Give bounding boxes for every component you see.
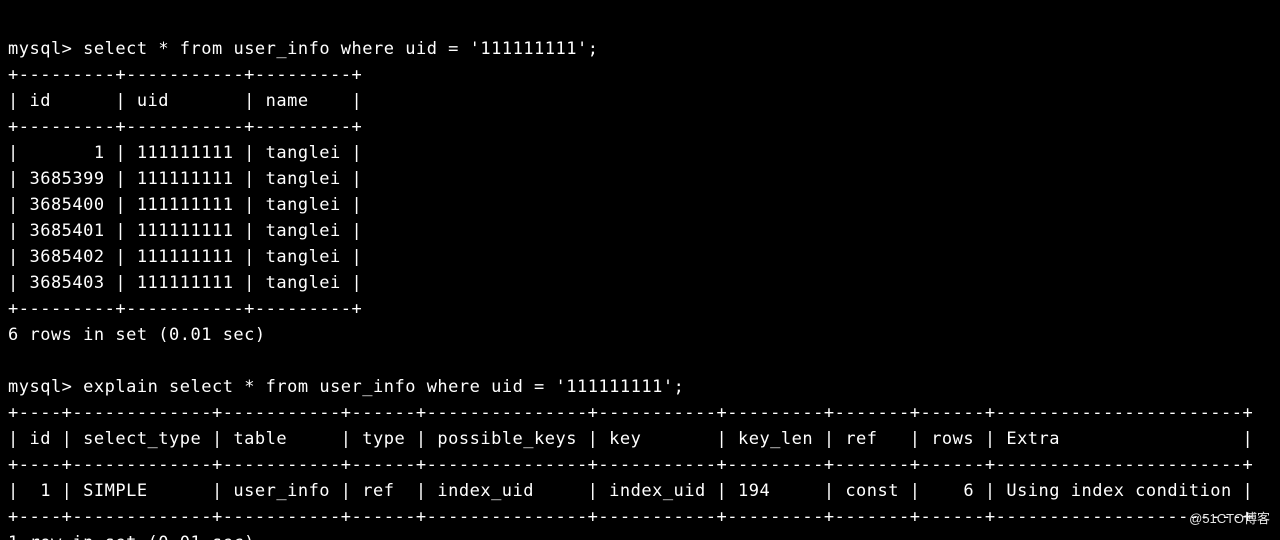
table1-header: | id | uid | name | [8, 91, 362, 111]
table1-row: | 3685403 | 111111111 | tanglei | [8, 273, 362, 293]
table1-row: | 3685402 | 111111111 | tanglei | [8, 247, 362, 267]
terminal-output: mysql> select * from user_info where uid… [0, 0, 1280, 540]
table1-border-bottom: +---------+-----------+---------+ [8, 299, 362, 319]
table2-header: | id | select_type | table | type | poss… [8, 429, 1253, 449]
mysql-prompt: mysql> [8, 377, 72, 397]
mysql-prompt: mysql> [8, 39, 72, 59]
table2-border-mid: +----+-------------+-----------+------+-… [8, 455, 1253, 475]
table2-border-top: +----+-------------+-----------+------+-… [8, 403, 1253, 423]
table1-border-mid: +---------+-----------+---------+ [8, 117, 362, 137]
watermark-label: @51CTO博客 [1189, 506, 1270, 532]
sql-query-1: select * from user_info where uid = '111… [83, 39, 598, 59]
table1-border-top: +---------+-----------+---------+ [8, 65, 362, 85]
query2-summary: 1 row in set (0.01 sec) [8, 533, 255, 540]
query1-summary: 6 rows in set (0.01 sec) [8, 325, 266, 345]
table1-row: | 3685400 | 111111111 | tanglei | [8, 195, 362, 215]
table1-row: | 3685399 | 111111111 | tanglei | [8, 169, 362, 189]
sql-query-2: explain select * from user_info where ui… [83, 377, 684, 397]
table2-border-bottom: +----+-------------+-----------+------+-… [8, 507, 1253, 527]
table1-row: | 3685401 | 111111111 | tanglei | [8, 221, 362, 241]
table2-row: | 1 | SIMPLE | user_info | ref | index_u… [8, 481, 1253, 501]
table1-row: | 1 | 111111111 | tanglei | [8, 143, 362, 163]
